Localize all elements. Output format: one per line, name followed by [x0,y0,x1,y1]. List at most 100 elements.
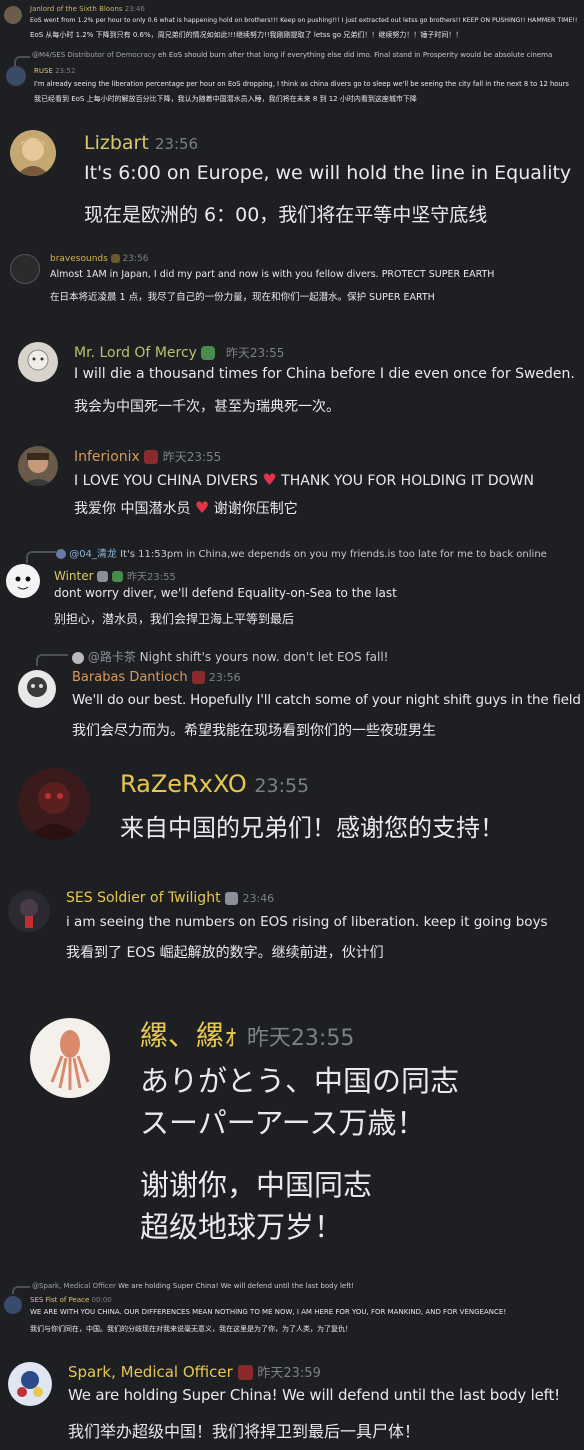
author-name[interactable]: 縲、縲ｫ 昨天23:55 [140,1014,354,1054]
role-badge-icon [144,450,159,464]
role-badge-icon [112,571,124,582]
avatar[interactable] [4,1296,22,1314]
message-barabas-dantioch: @路卡茶 Night shift's yours now. don't let … [0,642,584,742]
message-line: 我们会尽力而为。希望我能在现场看到你们的一些夜班男生 [72,723,436,739]
message-lizbart: Lizbart 23:56 It's 6:00 on Europe, we wi… [0,120,584,240]
role-badge-icon [225,891,239,905]
author-name[interactable]: SES Soldier of Twilight 23:46 [66,890,274,906]
message-line: i am seeing the numbers on EOS rising of… [66,914,548,930]
message-ses-soldier-of-twilight: SES Soldier of Twilight 23:46 i am seein… [0,884,584,964]
message-line: 谢谢你，中国同志 [140,1168,373,1202]
reply-connector [36,654,68,666]
message-large-greeting: 縲、縲ｫ 昨天23:55 ありがとう、中国の同志 スーパーアース万歳！ 谢谢你，… [0,1006,584,1266]
reply-preview[interactable]: @路卡茶 Night shift's yours now. don't let … [72,648,388,665]
message-ruse: @M4/SES Distributor of Democracy eh EoS … [0,48,584,110]
heart-icon: ♥ [262,470,277,489]
author-name[interactable]: RaZeRxXO 23:55 [120,770,309,798]
avatar[interactable] [30,1018,110,1098]
message-line: 来自中国的兄弟们！感谢您的支持！ [120,814,504,842]
message-line: Almost 1AM in Japan, I did my part and n… [50,269,495,280]
message-line: 我会为中国死一千次，甚至为瑞典死一次。 [74,399,340,415]
message-janlord: Janlord of the Sixth Bloons 23:46 EoS we… [0,0,584,44]
reply-avatar [56,549,66,559]
author-name[interactable]: Janlord of the Sixth Bloons 23:46 [30,5,145,13]
message-line: 超级地球万岁！ [140,1210,344,1244]
reply-connector [12,1286,30,1294]
reply-connector [14,56,30,66]
message-line: WE ARE WITH YOU CHINA. OUR DIFFERENCES M… [30,1308,507,1316]
author-name[interactable]: bravesounds 23:56 [50,254,148,264]
message-line: I'm already seeing the liberation percen… [34,80,569,88]
message-line: EoS 从每小时 1.2% 下降到只有 0.6%，周兄弟们的情况如如此!!!继续… [30,31,463,39]
avatar[interactable] [4,6,22,24]
message-line: 现在是欧洲的 6：00，我们将在平等中坚守底线 [84,204,488,226]
message-line: I LOVE YOU CHINA DIVERS ♥ THANK YOU FOR … [74,470,534,489]
avatar-face-icon [26,782,82,840]
avatar[interactable] [18,670,56,708]
author-name[interactable]: Spark, Medical Officer 昨天23:59 [68,1362,321,1381]
avatar-face-icon [20,899,38,928]
author-name[interactable]: Lizbart 23:56 [84,132,198,154]
message-line: 我们与你们同在，中国。我们的分歧现在对我来说毫无意义，我在这里是为了你，为了人类… [30,1325,352,1333]
message-spark-medical-officer: Spark, Medical Officer 昨天23:59 We are ho… [0,1354,584,1450]
message-line: dont worry diver, we'll defend Equality-… [54,586,397,600]
timestamp: 昨天23:55 [162,450,222,464]
timestamp: 23:56 [122,254,149,264]
role-badge-icon [97,571,109,582]
author-name[interactable]: Inferionix 昨天23:55 [74,448,221,465]
avatar[interactable] [10,254,40,284]
message-line: 我们举办超级中国！我们将捍卫到最后一具尸体！ [68,1422,421,1441]
reply-preview[interactable]: @Spark, Medical Officer We are holding S… [32,1282,354,1290]
message-winter: @04_清龙 It's 11:53pm in China,we depends … [0,540,584,632]
avatar-face-icon [17,1371,43,1397]
message-line: We'll do our best. Hopefully I'll catch … [72,692,581,708]
avatar[interactable] [18,768,90,840]
reply-avatar [72,651,84,664]
role-badge-icon [110,254,120,263]
ghost-face-icon [15,576,31,590]
role-badge-icon [191,671,205,684]
avatar[interactable] [6,66,26,86]
timestamp: 00:00 [91,1296,112,1304]
message-line: 我已经看到 EoS 上每小时的解放百分比下降，我认为随着中国潜水员入睡，我们将在… [34,95,417,103]
message-bravesounds: bravesounds 23:56 Almost 1AM in Japan, I… [0,250,584,310]
reply-preview[interactable]: @M4/SES Distributor of Democracy eh EoS … [32,51,552,59]
author-name[interactable]: Barabas Dantioch 23:56 [72,670,241,685]
role-badge-icon [237,1365,253,1380]
reply-preview[interactable]: @04_清龙 It's 11:53pm in China,we depends … [56,545,547,560]
role-badge-icon [201,346,216,360]
avatar[interactable] [6,564,40,598]
message-ses-fist-of-peace: @Spark, Medical Officer We are holding S… [0,1280,584,1340]
author-name[interactable]: SES Fist of Peace 00:00 [30,1296,112,1304]
timestamp: 23:52 [55,67,76,75]
message-line: ありがとう、中国の同志 [140,1064,460,1098]
timestamp: 昨天23:55 [246,1026,355,1051]
message-inferionix: Inferionix 昨天23:55 I LOVE YOU CHINA DIVE… [0,440,584,530]
message-line: 我看到了 EOS 崛起解放的数字。继续前进，伙计们 [66,945,384,961]
timestamp: 昨天23:55 [127,572,176,583]
avatar-face-icon [22,453,54,486]
message-line: 在日本将近凌晨 1 点，我尽了自己的一份力量，现在和你们一起潜水。保护 SUPE… [50,292,435,303]
timestamp: 23:56 [154,135,199,153]
avatar[interactable] [10,130,56,176]
avatar[interactable] [18,446,58,486]
avatar[interactable] [8,1362,52,1406]
author-name[interactable]: Mr. Lord Of Mercy 昨天23:55 [74,344,284,361]
author-name[interactable]: Winter 昨天23:55 [54,568,176,583]
avatar-face-icon [27,349,49,371]
reply-connector [26,551,56,563]
author-name[interactable]: RUSE 23:52 [34,67,75,75]
timestamp: 23:46 [242,892,275,905]
timestamp: 23:56 [208,671,241,684]
avatar-face-icon [27,677,47,697]
timestamp: 昨天23:55 [225,346,285,360]
message-line: 别担心，潜水员，我们会捍卫海上平等到最后 [54,612,295,626]
message-mr-lord-of-mercy: Mr. Lord Of Mercy 昨天23:55 I will die a t… [0,336,584,426]
avatar[interactable] [8,890,50,932]
avatar[interactable] [18,342,58,382]
message-razerxxo: RaZeRxXO 23:55 来自中国的兄弟们！感谢您的支持！ [0,760,584,870]
message-line: It's 6:00 on Europe, we will hold the li… [84,162,572,184]
message-line: 我爱你 中国潜水员 ♥ 谢谢你压制它 [74,498,298,517]
message-line: We are holding Super China! We will defe… [68,1386,560,1404]
timestamp: 23:46 [124,5,145,13]
